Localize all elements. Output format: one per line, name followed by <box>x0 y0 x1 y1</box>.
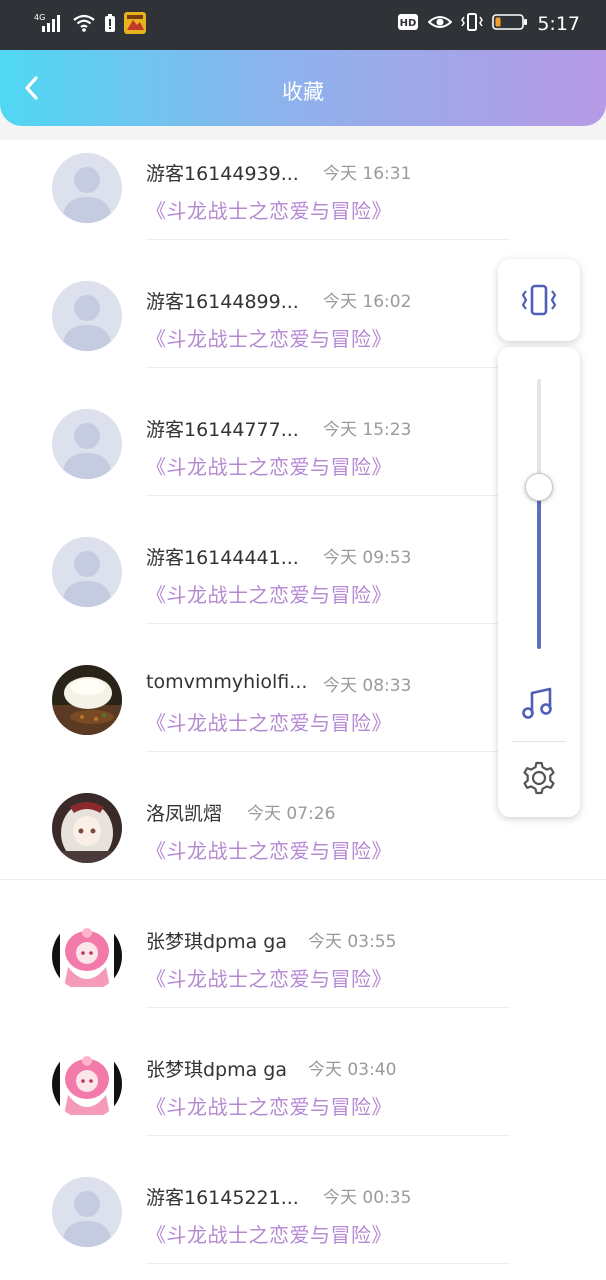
header: 收藏 <box>0 50 606 126</box>
favorite-item[interactable]: 张梦琪dpma ga 今天 03:40 《斗龙战士之恋爱与冒险》 <box>0 1041 606 1169</box>
work-title-link[interactable]: 《斗龙战士之恋爱与冒险》 <box>146 451 392 480</box>
user-name: 游客16144777... <box>146 419 299 441</box>
avatar[interactable] <box>52 153 122 223</box>
hd-label: HD <box>400 18 417 29</box>
sound-settings-button[interactable] <box>520 759 558 797</box>
user-name: 游客16145221... <box>146 1187 299 1209</box>
timestamp: 今天 16:31 <box>323 164 412 184</box>
vibrate-toggle-button[interactable] <box>498 259 580 341</box>
avatar[interactable] <box>52 281 122 351</box>
vibrate-icon <box>521 284 557 316</box>
volume-slider-thumb[interactable] <box>525 473 553 501</box>
row-divider <box>146 495 510 496</box>
battery-saver-icon <box>104 13 116 37</box>
user-name: tomvmmyhiolfi... <box>146 671 308 693</box>
avatar[interactable] <box>52 537 122 607</box>
wifi-icon <box>72 13 96 37</box>
hd-icon: HD <box>397 12 419 36</box>
timestamp: 今天 03:55 <box>308 932 397 952</box>
work-title-link[interactable]: 《斗龙战士之恋爱与冒险》 <box>146 707 392 736</box>
page-title: 收藏 <box>282 80 324 104</box>
user-name: 张梦琪dpma ga <box>146 931 288 953</box>
avatar[interactable] <box>52 921 122 991</box>
volume-slider-fill <box>537 487 541 649</box>
row-divider <box>0 879 606 880</box>
avatar[interactable] <box>52 1049 122 1119</box>
eye-comfort-icon <box>427 13 453 35</box>
user-name: 游客16144939... <box>146 163 299 185</box>
work-title-link[interactable]: 《斗龙战士之恋爱与冒险》 <box>146 195 392 224</box>
volume-panel <box>498 347 580 817</box>
work-title-link[interactable]: 《斗龙战士之恋爱与冒险》 <box>146 835 392 864</box>
user-name: 洛凤凯熠 <box>146 803 223 825</box>
row-divider <box>146 623 510 624</box>
row-divider <box>146 239 510 240</box>
clock: 5:17 <box>537 13 580 35</box>
user-name: 游客16144899... <box>146 291 299 313</box>
avatar[interactable] <box>52 409 122 479</box>
timestamp: 今天 16:02 <box>323 292 412 312</box>
row-divider <box>146 751 510 752</box>
row-divider <box>146 1263 510 1264</box>
app-notification-icon <box>124 12 146 38</box>
panel-divider <box>512 741 566 742</box>
signal-icon: 4G <box>34 12 64 38</box>
avatar[interactable] <box>52 665 122 735</box>
timestamp: 今天 08:33 <box>323 676 412 696</box>
status-bar: 4G HD 5:17 <box>0 0 606 50</box>
user-name: 游客16144441... <box>146 547 299 569</box>
network-type: 4G <box>34 13 45 22</box>
favorite-item[interactable]: 游客16145221... 今天 00:35 《斗龙战士之恋爱与冒险》 <box>0 1169 606 1280</box>
work-title-link[interactable]: 《斗龙战士之恋爱与冒险》 <box>146 1091 392 1120</box>
row-divider <box>146 1135 510 1136</box>
timestamp: 今天 15:23 <box>323 420 412 440</box>
music-volume-button[interactable] <box>520 685 558 723</box>
vibrate-mode-icon <box>461 12 484 36</box>
battery-icon <box>492 13 528 35</box>
row-divider <box>146 367 510 368</box>
timestamp: 今天 09:53 <box>323 548 412 568</box>
user-name: 张梦琪dpma ga <box>146 1059 288 1081</box>
work-title-link[interactable]: 《斗龙战士之恋爱与冒险》 <box>146 1219 392 1248</box>
work-title-link[interactable]: 《斗龙战士之恋爱与冒险》 <box>146 579 392 608</box>
gear-icon <box>523 761 555 795</box>
favorite-item[interactable]: 张梦琪dpma ga 今天 03:55 《斗龙战士之恋爱与冒险》 <box>0 913 606 1041</box>
work-title-link[interactable]: 《斗龙战士之恋爱与冒险》 <box>146 963 392 992</box>
timestamp: 今天 00:35 <box>323 1188 412 1208</box>
row-divider <box>146 1007 510 1008</box>
work-title-link[interactable]: 《斗龙战士之恋爱与冒险》 <box>146 323 392 352</box>
music-note-icon <box>522 687 552 719</box>
timestamp: 今天 03:40 <box>308 1060 397 1080</box>
avatar[interactable] <box>52 793 122 863</box>
avatar[interactable] <box>52 1177 122 1247</box>
timestamp: 今天 07:26 <box>247 804 336 824</box>
volume-slider-track[interactable] <box>537 379 541 649</box>
favorite-item[interactable]: 游客16144939... 今天 16:31 《斗龙战士之恋爱与冒险》 <box>0 145 606 273</box>
